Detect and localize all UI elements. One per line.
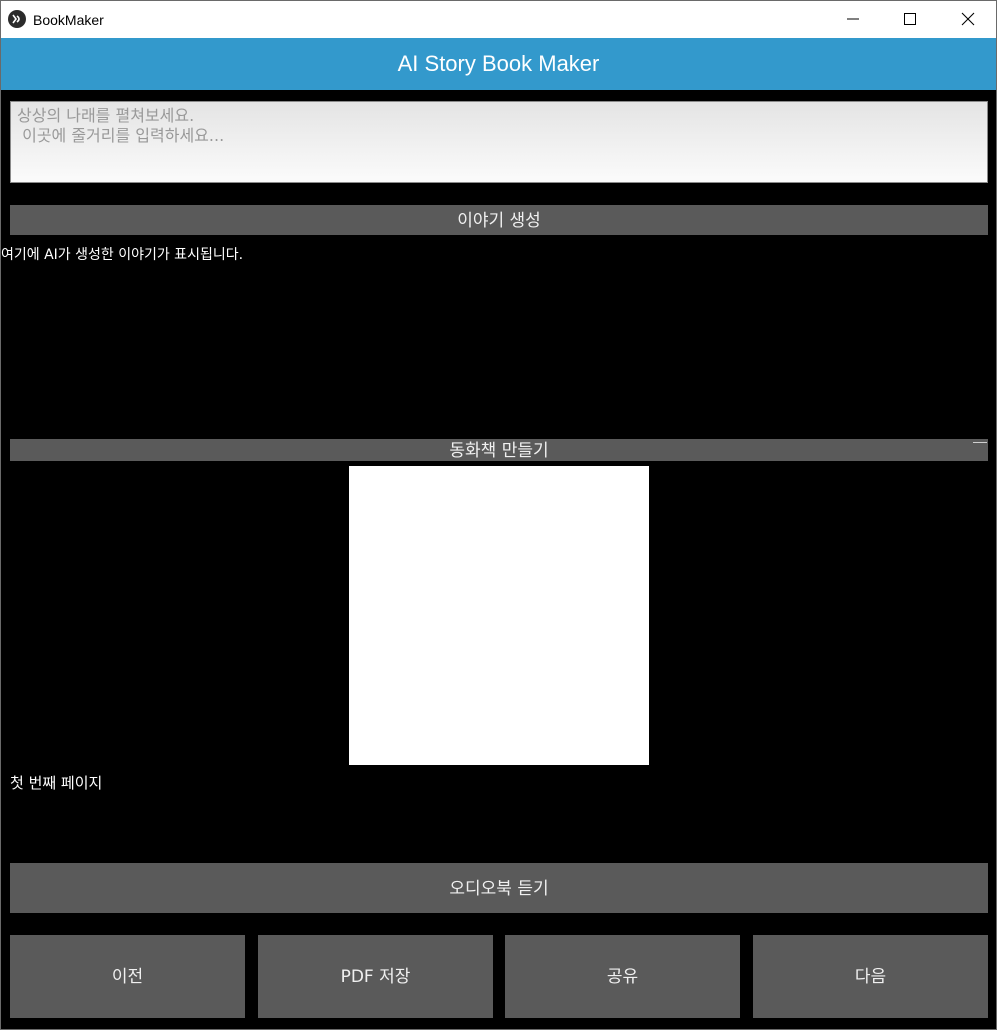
minimize-button[interactable] xyxy=(824,1,882,38)
generate-story-button[interactable]: 이야기 생성 xyxy=(10,205,988,235)
app-header-title: AI Story Book Maker xyxy=(1,38,996,90)
maximize-icon xyxy=(904,13,916,25)
book-page-image xyxy=(349,466,649,765)
save-pdf-button[interactable]: PDF 저장 xyxy=(258,935,493,1018)
story-input[interactable]: 상상의 나래를 펼쳐보세요. 이곳에 줄거리를 입력하세요... xyxy=(10,101,988,183)
kivy-app-icon xyxy=(8,10,26,28)
window-title: BookMaker xyxy=(33,12,104,28)
make-book-button[interactable]: 동화책 만들기 xyxy=(10,439,988,461)
minimize-icon xyxy=(847,18,859,20)
next-button[interactable]: 다음 xyxy=(753,935,988,1018)
audiobook-button[interactable]: 오디오북 듣기 xyxy=(10,863,988,913)
divider xyxy=(973,442,987,443)
prev-button[interactable]: 이전 xyxy=(10,935,245,1018)
share-button[interactable]: 공유 xyxy=(505,935,740,1018)
story-output-text: 여기에 AI가 생성한 이야기가 표시됩니다. xyxy=(1,247,244,263)
close-button[interactable] xyxy=(939,1,997,38)
app-window: BookMaker AI Story Book Maker 상상의 나래를 펼쳐… xyxy=(0,0,997,1030)
close-icon xyxy=(961,12,975,26)
maximize-button[interactable] xyxy=(881,1,939,38)
book-page-text: 첫 번째 페이지 xyxy=(10,774,103,792)
title-bar: BookMaker xyxy=(1,0,996,38)
